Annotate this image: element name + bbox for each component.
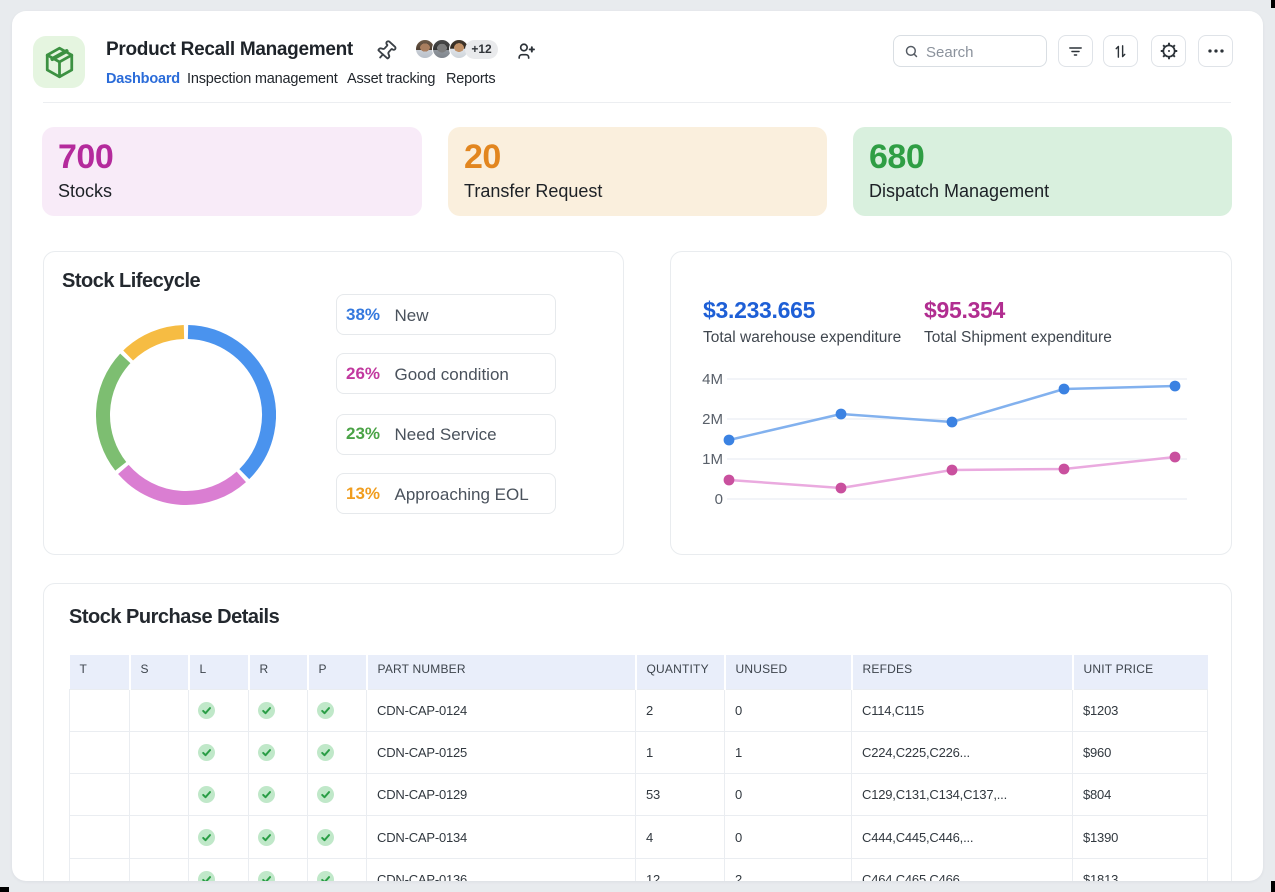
- svg-text:4M: 4M: [702, 371, 723, 388]
- svg-text:1M: 1M: [702, 451, 723, 468]
- svg-text:2M: 2M: [702, 411, 723, 428]
- svg-text:0: 0: [715, 491, 723, 508]
